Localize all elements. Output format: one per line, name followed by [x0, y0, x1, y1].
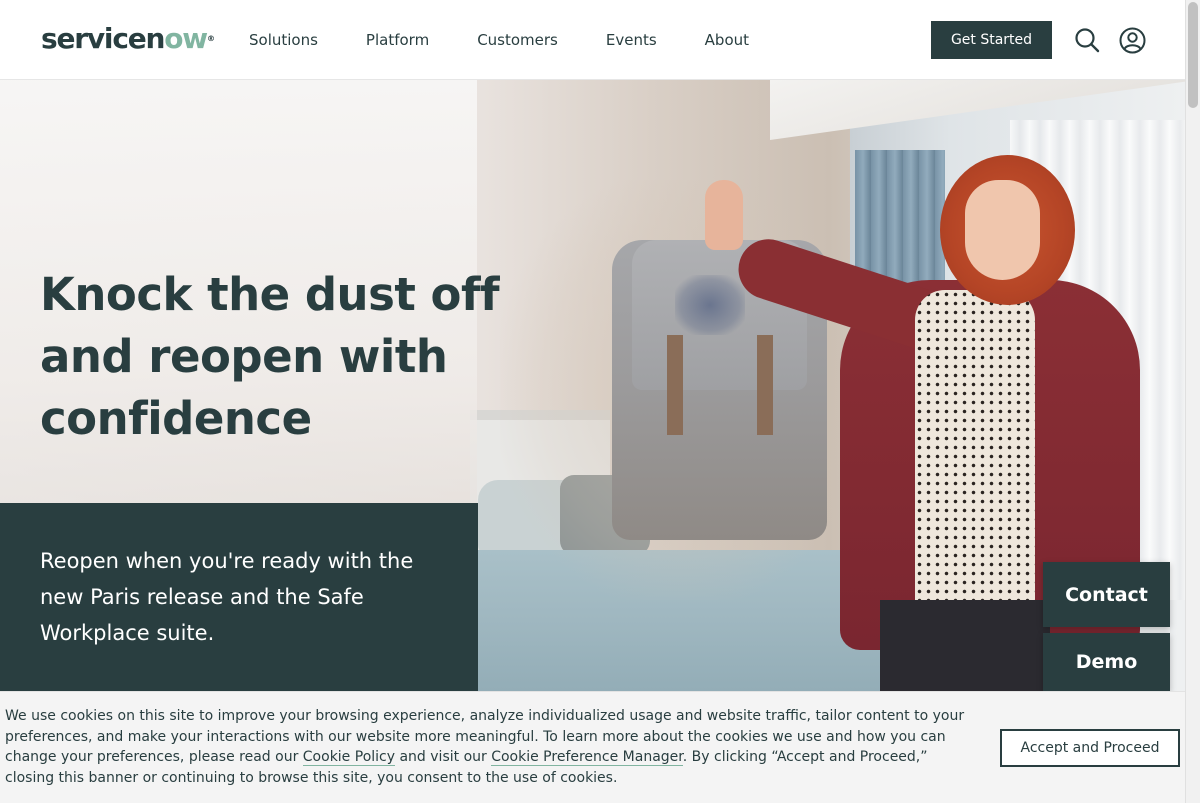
cookie-preference-manager-link[interactable]: Cookie Preference Manager: [491, 749, 683, 767]
main-nav: Solutions Platform Customers Events Abou…: [249, 28, 797, 52]
accept-and-proceed-button[interactable]: Accept and Proceed: [1000, 729, 1180, 767]
hero-woman-blouse: [915, 290, 1035, 620]
nav-item-about[interactable]: About: [705, 28, 749, 52]
get-started-button[interactable]: Get Started: [931, 21, 1052, 59]
nav-item-events[interactable]: Events: [606, 28, 657, 52]
logo-text: servicen: [41, 22, 165, 55]
contact-button[interactable]: Contact: [1043, 562, 1170, 627]
hero-subtitle: Reopen when you're ready with the new Pa…: [40, 549, 414, 645]
page-scrollbar[interactable]: [1185, 0, 1200, 803]
servicenow-logo[interactable]: servicenow®: [41, 22, 215, 56]
logo-registered-mark: ®: [206, 34, 215, 43]
cookie-banner: We use cookies on this site to improve y…: [0, 691, 1185, 803]
cookie-text-part: and visit our: [395, 749, 492, 766]
hero-handprint: [675, 275, 745, 335]
scrollbar-thumb[interactable]: [1188, 2, 1198, 108]
hero-section: Knock the dust off and reopen with confi…: [0, 80, 1185, 691]
cookie-banner-text: We use cookies on this site to improve y…: [5, 706, 980, 788]
hero-backpack-strap: [667, 335, 683, 435]
demo-button[interactable]: Demo: [1043, 633, 1170, 691]
hero-raised-hand: [705, 180, 743, 250]
hero-subtitle-panel: Reopen when you're ready with the new Pa…: [0, 503, 478, 691]
hero-woman-pants: [880, 600, 1050, 691]
logo-text-accent: ow: [164, 22, 208, 55]
nav-item-customers[interactable]: Customers: [477, 28, 558, 52]
nav-item-solutions[interactable]: Solutions: [249, 28, 318, 52]
user-account-icon[interactable]: [1119, 27, 1146, 54]
site-header: servicenow® Solutions Platform Customers…: [0, 0, 1185, 80]
cookie-policy-link[interactable]: Cookie Policy: [302, 749, 396, 767]
search-icon[interactable]: [1074, 27, 1100, 53]
hero-backpack-strap: [757, 335, 773, 435]
nav-item-platform[interactable]: Platform: [366, 28, 429, 52]
hero-woman-face: [965, 180, 1040, 280]
hero-title: Knock the dust off and reopen with confi…: [40, 268, 500, 445]
